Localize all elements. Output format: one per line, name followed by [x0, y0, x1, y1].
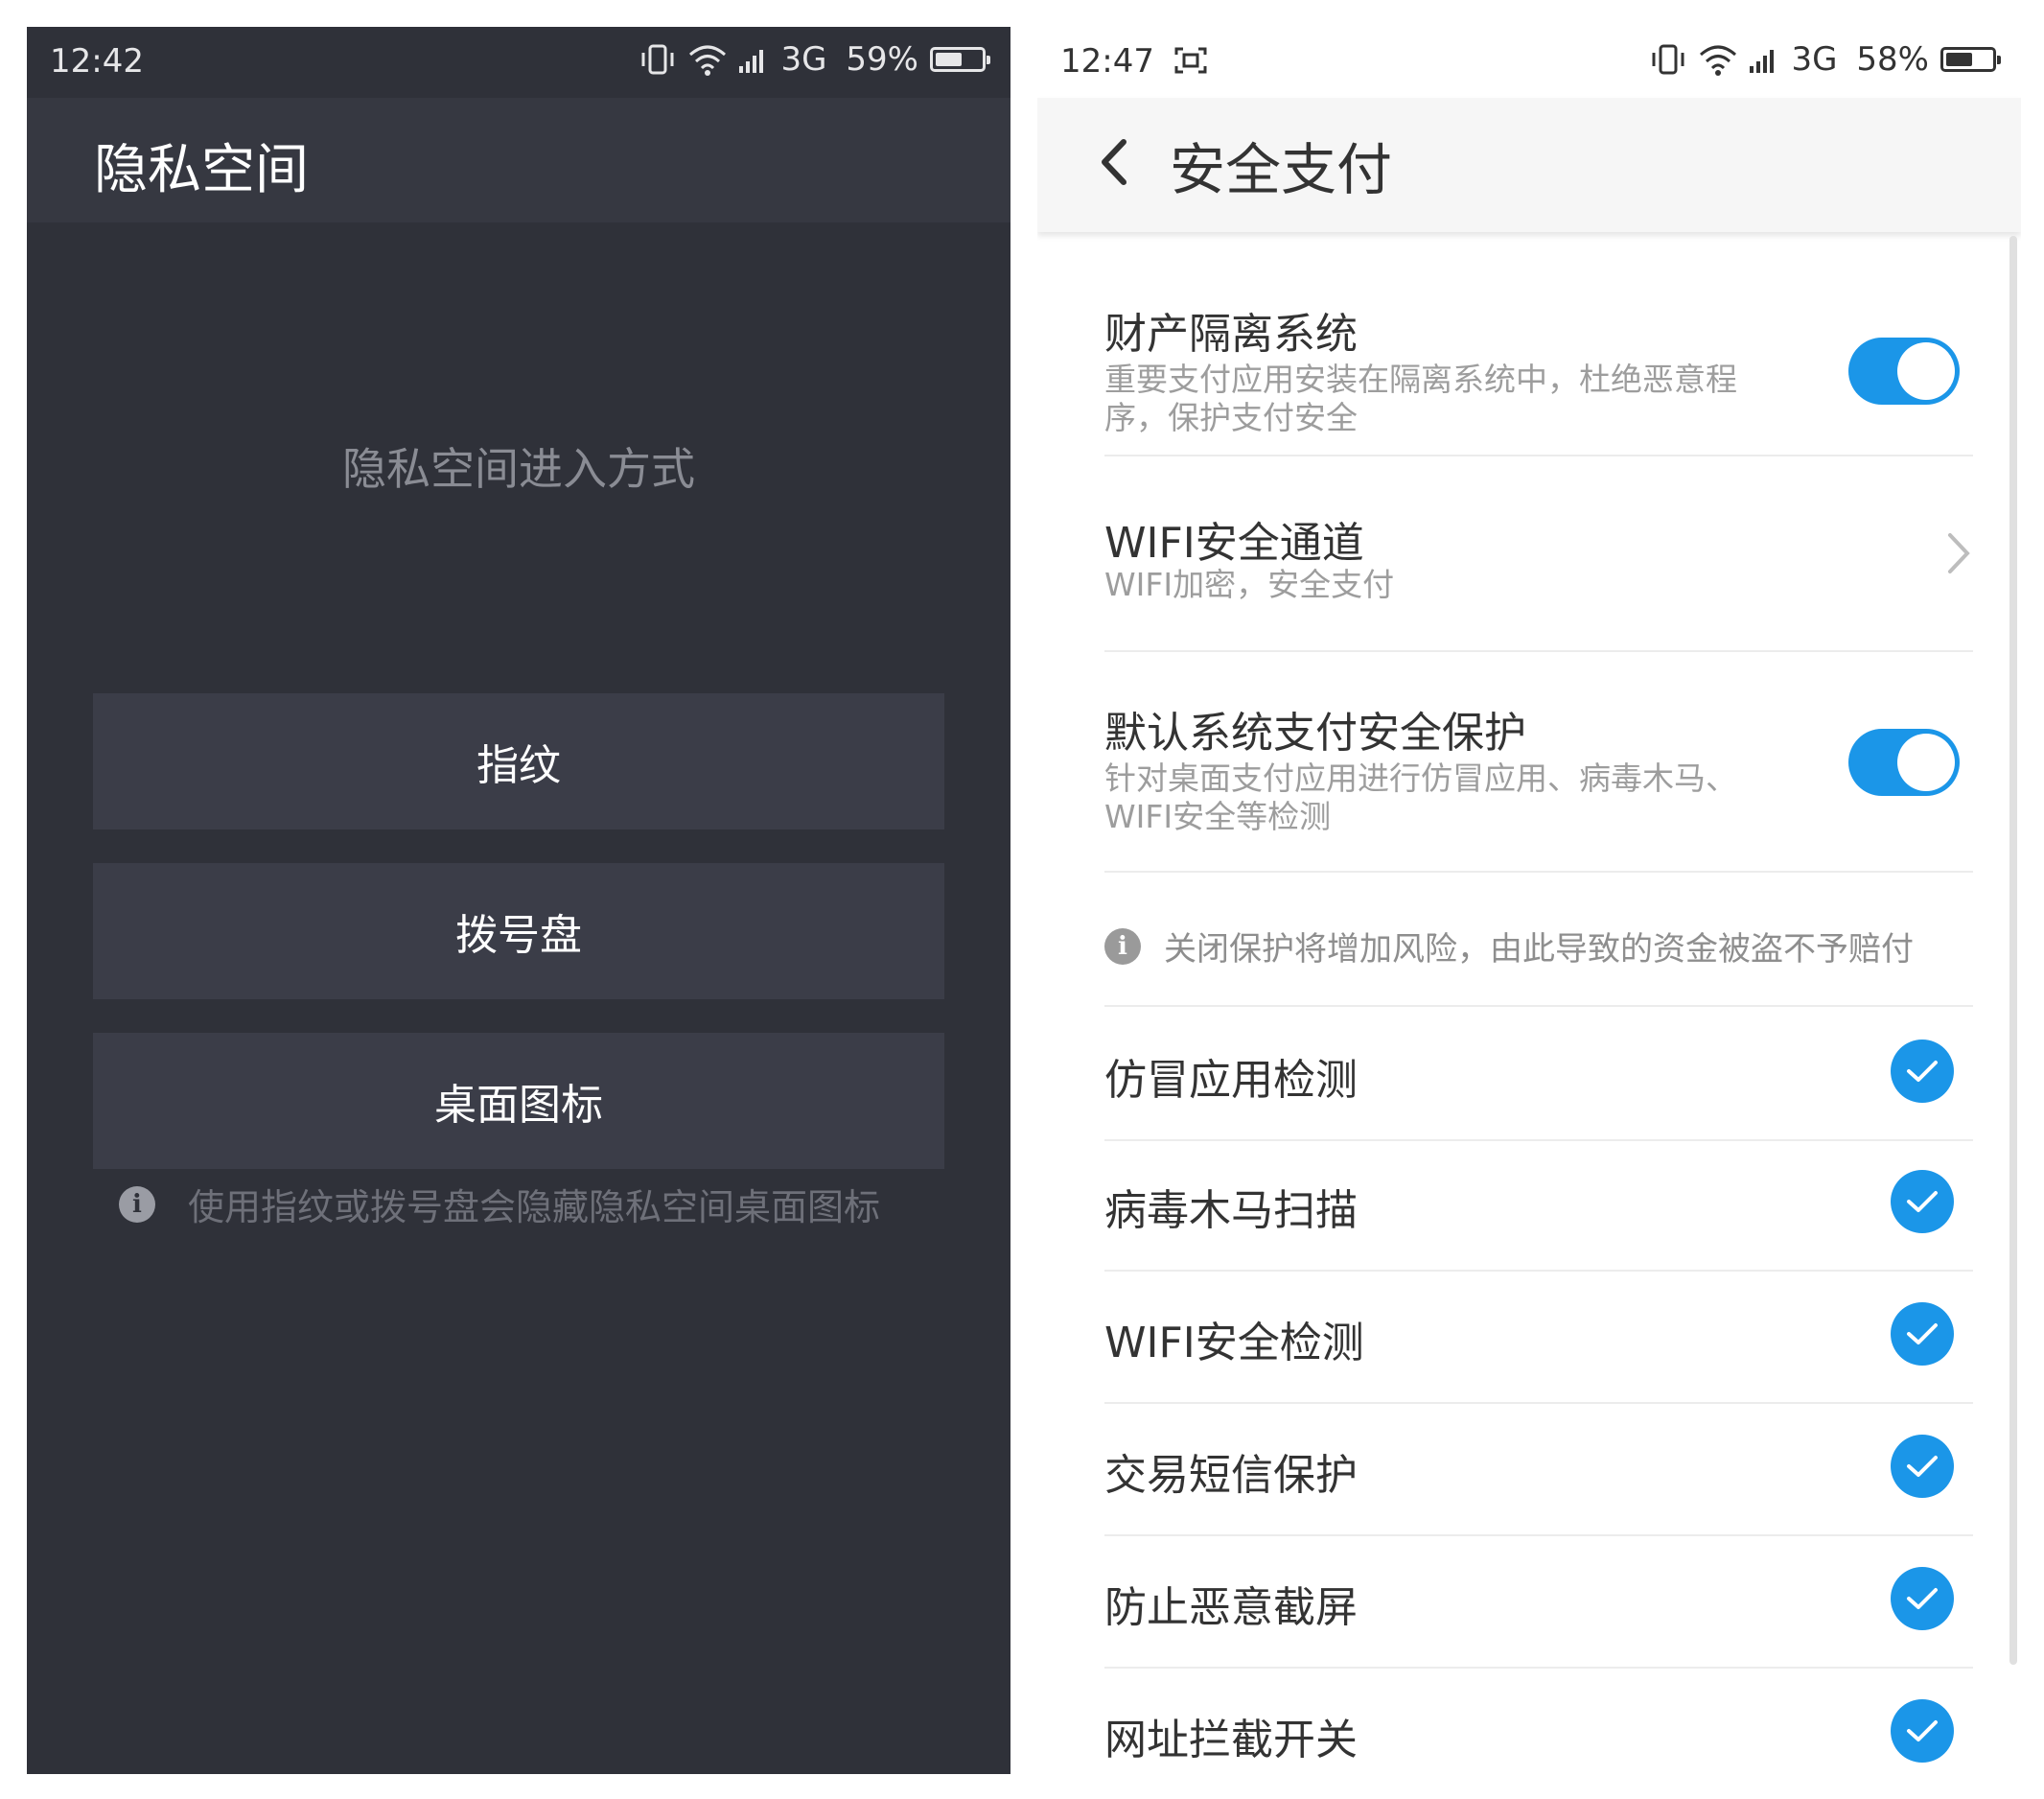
check-title: 仿冒应用检测 [1104, 1056, 1358, 1105]
checkmark-icon[interactable] [1891, 1435, 1954, 1498]
network-type: 3G [780, 40, 827, 79]
setting-row-default-payment-protection[interactable]: 默认系统支付安全保护 针对桌面支付应用进行仿冒应用、病毒木马、WIFI安全等检测 [1104, 650, 1973, 873]
info-icon: i [119, 1185, 155, 1223]
app-bar: 安全支付 [1037, 98, 2021, 232]
chevron-right-icon [1948, 533, 1970, 573]
check-row-screenshot-block[interactable]: 防止恶意截屏 [1104, 1534, 1973, 1669]
setting-title: 财产隔离系统 [1104, 310, 1358, 359]
entry-method-heading: 隐私空间进入方式 [342, 443, 695, 495]
status-bar: 12:47 3G 58% [1037, 27, 2021, 98]
screenshot-icon [1174, 47, 1207, 74]
setting-description: 针对桌面支付应用进行仿冒应用、病毒木马、WIFI安全等检测 [1104, 759, 1737, 835]
checkmark-icon[interactable] [1891, 1170, 1954, 1233]
check-title: 防止恶意截屏 [1104, 1583, 1358, 1632]
setting-row-property-isolation[interactable]: 财产隔离系统 重要支付应用安装在隔离系统中，杜绝恶意程序，保护支付安全 [1104, 236, 1973, 456]
secure-payment-screen: 12:47 3G 58% 安全支付 财产隔离系统 重要支付应用安装在隔离系统中，… [1037, 27, 2021, 1774]
back-arrow-icon[interactable] [1087, 128, 1145, 196]
setting-title: WIFI安全通道 [1104, 519, 1364, 568]
battery-fill [1946, 53, 1972, 66]
hint-text: 使用指纹或拨号盘会隐藏隐私空间桌面图标 [188, 1186, 881, 1228]
battery-icon [930, 47, 990, 72]
hint-note: i 使用指纹或拨号盘会隐藏隐私空间桌面图标 [119, 1178, 880, 1230]
vibrate-icon [641, 44, 674, 75]
checkmark-icon[interactable] [1891, 1567, 1954, 1630]
fingerprint-button[interactable]: 指纹 [93, 693, 944, 829]
checkmark-icon[interactable] [1891, 1699, 1954, 1763]
check-title: 交易短信保护 [1104, 1451, 1358, 1500]
desktop-icon-button[interactable]: 桌面图标 [93, 1033, 944, 1169]
status-time: 12:42 [50, 42, 144, 81]
app-bar: 隐私空间 [27, 98, 1010, 222]
battery-icon [1940, 47, 2001, 72]
setting-title: 默认系统支付安全保护 [1104, 709, 1526, 758]
wifi-icon [1700, 45, 1737, 76]
dialpad-button[interactable]: 拨号盘 [93, 863, 944, 999]
signal-icon [739, 50, 764, 73]
page-title: 安全支付 [1170, 137, 1393, 202]
battery-percent: 58% [1856, 40, 1929, 79]
check-row-wifi-check[interactable]: WIFI安全检测 [1104, 1270, 1973, 1404]
risk-warning-text: 关闭保护将增加风险，由此导致的资金被盗不予赔付 [1164, 930, 1914, 969]
battery-fill [936, 53, 963, 66]
check-title: WIFI安全检测 [1104, 1319, 1364, 1367]
status-time: 12:47 [1060, 42, 1207, 81]
scrollbar[interactable] [2009, 236, 2017, 1665]
status-bar: 12:42 3G 59% [27, 27, 1010, 98]
property-isolation-toggle[interactable] [1848, 338, 1960, 405]
check-row-fake-app[interactable]: 仿冒应用检测 [1104, 1005, 1973, 1141]
info-icon: i [1104, 927, 1141, 965]
battery-percent: 59% [846, 40, 918, 79]
setting-row-wifi-secure-channel[interactable]: WIFI安全通道 WIFI加密，安全支付 [1104, 455, 1973, 652]
default-payment-protection-toggle[interactable] [1848, 729, 1960, 796]
page-title: 隐私空间 [94, 139, 309, 201]
checkmark-icon[interactable] [1891, 1302, 1954, 1366]
network-type: 3G [1791, 40, 1838, 79]
setting-description: WIFI加密，安全支付 [1104, 566, 1395, 603]
vibrate-icon [1652, 44, 1684, 75]
wifi-icon [689, 45, 727, 76]
setting-description: 重要支付应用安装在隔离系统中，杜绝恶意程序，保护支付安全 [1104, 361, 1737, 436]
risk-warning: i 关闭保护将增加风险，由此导致的资金被盗不予赔付 [1104, 923, 1914, 970]
check-title: 网址拦截开关 [1104, 1716, 1358, 1764]
signal-icon [1750, 50, 1775, 73]
check-title: 病毒木马扫描 [1104, 1186, 1358, 1235]
checkmark-icon[interactable] [1891, 1040, 1954, 1103]
check-row-url-block[interactable]: 网址拦截开关 [1104, 1667, 1973, 1774]
privacy-space-screen: 12:42 3G 59% 隐私空间 隐私空间进入方式 指纹 拨号盘 桌面图标 i… [27, 27, 1010, 1774]
check-row-sms-protection[interactable]: 交易短信保护 [1104, 1402, 1973, 1536]
check-row-virus-scan[interactable]: 病毒木马扫描 [1104, 1137, 1973, 1272]
